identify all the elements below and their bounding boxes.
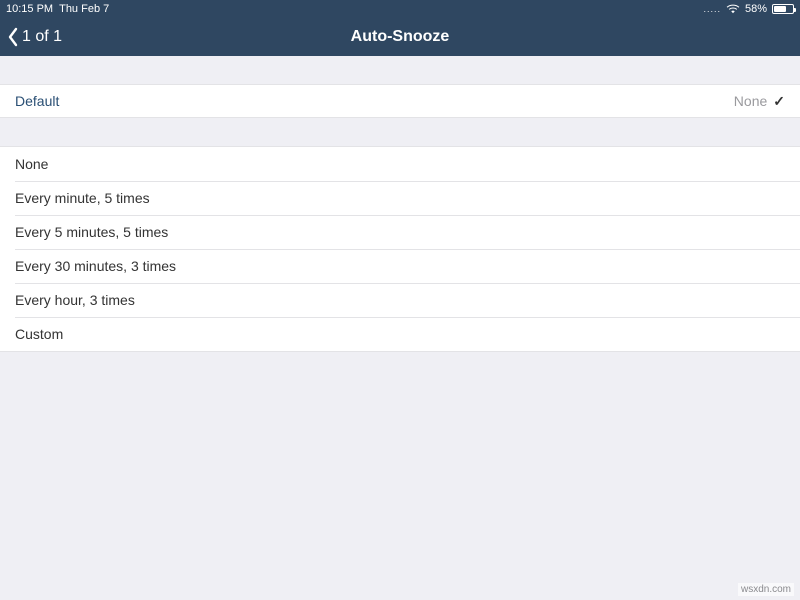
- default-row[interactable]: Default None ✓: [0, 84, 800, 118]
- option-row[interactable]: Every 30 minutes, 3 times: [0, 249, 800, 283]
- option-row[interactable]: Every hour, 3 times: [0, 283, 800, 317]
- status-right: ..... 58%: [703, 3, 794, 15]
- option-label: Every 5 minutes, 5 times: [15, 224, 168, 240]
- status-time: 10:15 PM: [6, 3, 53, 15]
- watermark: wsxdn.com: [738, 583, 794, 596]
- option-row[interactable]: Every 5 minutes, 5 times: [0, 215, 800, 249]
- content: Default None ✓ None Every minute, 5 time…: [0, 56, 800, 352]
- wifi-icon: [726, 3, 740, 15]
- battery-icon: [772, 4, 794, 14]
- default-row-value: None: [734, 93, 767, 109]
- default-row-right: None ✓: [734, 93, 785, 110]
- options-group: None Every minute, 5 times Every 5 minut…: [0, 146, 800, 352]
- back-label: 1 of 1: [22, 28, 62, 46]
- option-label: Every minute, 5 times: [15, 190, 150, 206]
- option-label: Custom: [15, 326, 63, 342]
- back-button[interactable]: 1 of 1: [0, 27, 62, 47]
- default-row-label: Default: [15, 93, 59, 109]
- option-row[interactable]: None: [0, 147, 800, 181]
- page-title: Auto-Snooze: [0, 28, 800, 46]
- chevron-left-icon: [6, 27, 20, 47]
- battery-percent: 58%: [745, 3, 767, 15]
- group-spacer: [0, 56, 800, 84]
- group-spacer: [0, 118, 800, 146]
- checkmark-icon: ✓: [773, 93, 785, 110]
- option-row[interactable]: Every minute, 5 times: [0, 181, 800, 215]
- status-bar: 10:15 PM Thu Feb 7 ..... 58%: [0, 0, 800, 18]
- option-label: Every hour, 3 times: [15, 292, 135, 308]
- option-label: Every 30 minutes, 3 times: [15, 258, 176, 274]
- cellular-dots-icon: .....: [703, 4, 721, 14]
- nav-bar: 1 of 1 Auto-Snooze: [0, 18, 800, 56]
- option-label: None: [15, 156, 48, 172]
- status-left: 10:15 PM Thu Feb 7: [6, 3, 109, 15]
- status-date: Thu Feb 7: [59, 3, 109, 15]
- option-row[interactable]: Custom: [0, 317, 800, 351]
